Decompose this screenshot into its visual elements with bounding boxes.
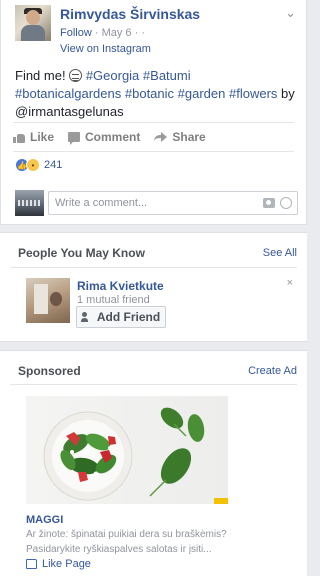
like-button[interactable]: Like	[13, 130, 54, 144]
post-text-by: by	[281, 86, 295, 101]
share-label: Share	[172, 130, 206, 144]
pymk-title: People You May Know	[18, 246, 145, 260]
comment-label: Comment	[85, 130, 141, 144]
brand-stripe	[214, 498, 228, 504]
smiley-icon[interactable]	[280, 197, 292, 209]
mutual-friends[interactable]: 1 mutual friend	[77, 294, 150, 306]
post-text: Find me! #Georgia #Batumi #botanicalgard…	[15, 67, 296, 121]
comment-composer	[15, 188, 298, 218]
viewer-avatar	[15, 190, 44, 216]
share-button[interactable]: Share	[154, 130, 206, 144]
globe-icon: ·	[141, 27, 145, 39]
facebook-feed: Rimvydas Širvinskas ⌄ Follow · May 6 · ·…	[0, 0, 307, 576]
reaction-count[interactable]: 241	[44, 159, 62, 171]
hashtag-link[interactable]: #flowers	[229, 86, 277, 101]
hashtag-link[interactable]: #botanic	[125, 86, 174, 101]
post-header: Rimvydas Širvinskas ⌄ Follow · May 6 · ·…	[15, 5, 300, 55]
like-page-button[interactable]: Like Page	[26, 558, 91, 570]
post-meta: Follow · May 6 · ·	[60, 27, 145, 39]
comment-button[interactable]: Comment	[68, 130, 141, 145]
salad-illustration	[43, 407, 205, 501]
sponsored-title: Sponsored	[18, 364, 81, 378]
ad-brand[interactable]: MAGGI	[26, 514, 256, 526]
create-ad-link[interactable]: Create Ad	[248, 365, 297, 377]
post-text-prefix: Find me!	[15, 68, 70, 83]
comment-icon	[68, 132, 81, 145]
ad-caption: MAGGI Ar žinote: špinatai puikiai dera s…	[26, 514, 256, 556]
hashtag-link[interactable]: #garden	[178, 86, 226, 101]
hashtag-link[interactable]: #botanicalgardens	[15, 86, 121, 101]
instagram-post-card: Rimvydas Širvinskas ⌄ Follow · May 6 · ·…	[0, 0, 307, 225]
follow-link[interactable]: Follow	[60, 27, 92, 39]
like-label: Like	[30, 130, 55, 144]
ad-image[interactable]	[26, 396, 228, 504]
wow-reaction-icon: •	[26, 158, 40, 172]
comment-input[interactable]	[49, 192, 259, 214]
comment-box	[48, 191, 298, 215]
pymk-header: People You May Know See All	[18, 245, 297, 261]
people-you-may-know: People You May Know See All Rima Kvietku…	[0, 232, 307, 342]
add-friend-button[interactable]: Add Friend	[76, 306, 166, 328]
sponsored-section: Sponsored Create Ad MAGGI Ar žinote: špi…	[0, 350, 307, 576]
view-on-instagram-link[interactable]: View on Instagram	[60, 43, 151, 55]
post-actions: Like Comment Share	[13, 122, 294, 152]
divider	[10, 267, 297, 268]
hashtag-link[interactable]: #Batumi	[143, 68, 191, 83]
mention-link[interactable]: @irmantasgelunas	[15, 104, 124, 119]
sponsored-header: Sponsored Create Ad	[18, 363, 297, 379]
person-photo[interactable]	[26, 278, 70, 323]
see-all-link[interactable]: See All	[263, 247, 297, 259]
chevron-down-icon[interactable]: ⌄	[285, 5, 296, 21]
hashtag-link[interactable]: #Georgia	[86, 68, 139, 83]
divider	[10, 384, 297, 385]
meta-separator-2: ·	[131, 27, 142, 39]
camera-icon[interactable]	[263, 198, 275, 208]
share-icon	[154, 132, 168, 142]
close-icon[interactable]: ×	[287, 277, 293, 289]
post-date[interactable]: May 6	[102, 27, 132, 39]
meta-separator: ·	[91, 27, 102, 39]
ad-text-line1: Ar žinote: špinatai puikiai dera su braš…	[26, 529, 227, 540]
thumbs-up-icon	[26, 559, 37, 569]
person-name[interactable]: Rima Kvietkute	[77, 279, 164, 293]
add-friend-icon	[80, 312, 92, 322]
like-page-label: Like Page	[42, 558, 91, 570]
emoji-icon	[69, 69, 83, 82]
reactions-summary[interactable]: 👍 • 241	[15, 158, 62, 172]
add-friend-label: Add Friend	[96, 310, 161, 324]
author-avatar[interactable]	[15, 5, 51, 41]
like-icon	[13, 132, 25, 143]
ad-text-line2: Pasidarykite ryškiaspalves salotas ir įs…	[26, 544, 212, 555]
author-name[interactable]: Rimvydas Širvinskas	[60, 6, 200, 22]
